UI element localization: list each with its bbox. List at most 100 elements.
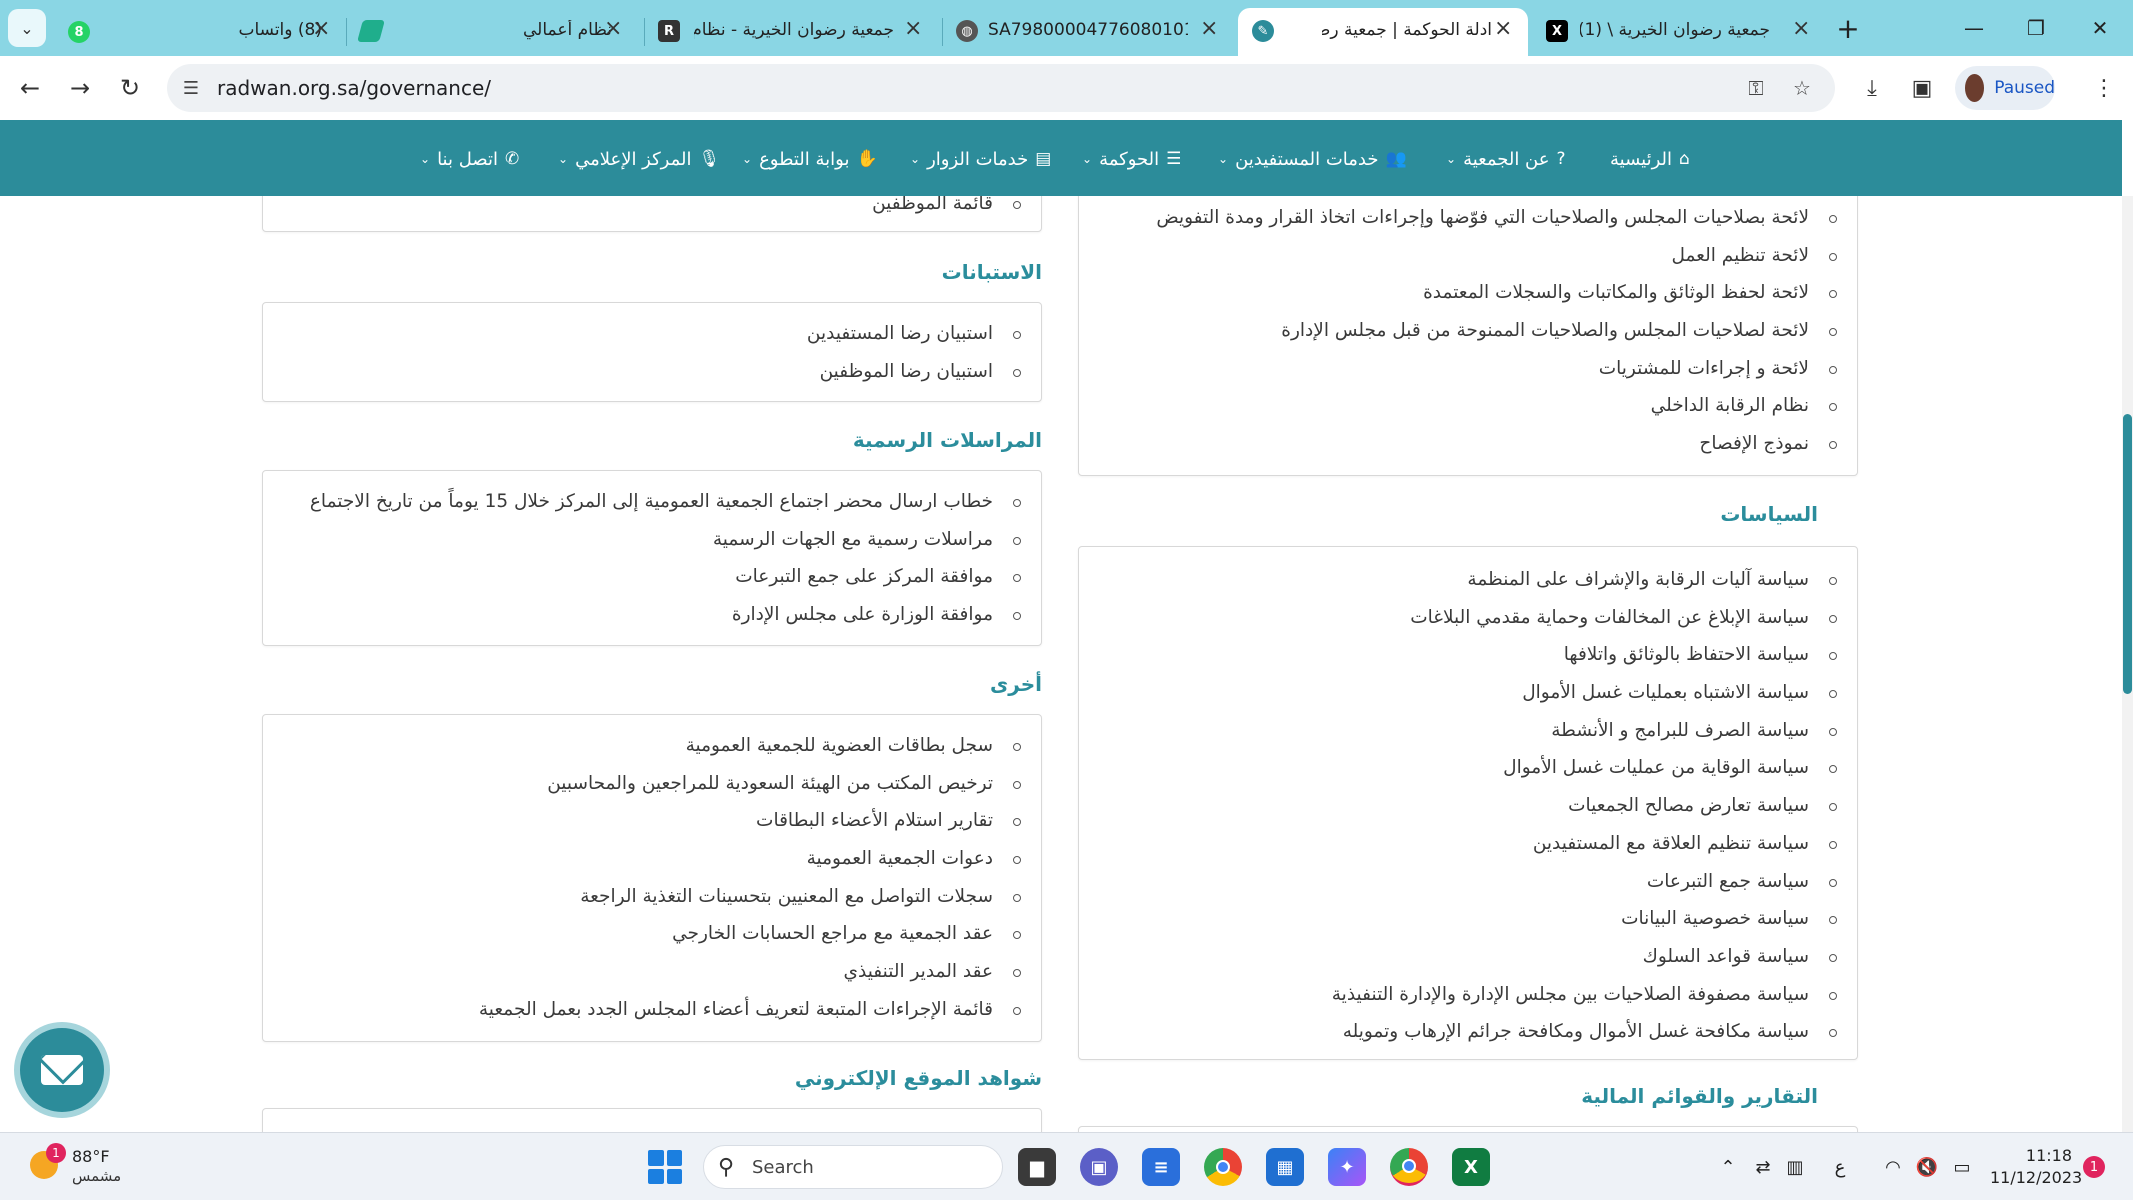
list-item[interactable]: سياسة مصفوفة الصلاحيات بين مجلس الإدارة … — [1079, 976, 1857, 1014]
close-icon[interactable]: × — [1494, 16, 1512, 41]
list-item[interactable]: لائحة تنظيم العمل — [1079, 237, 1857, 275]
list-item[interactable]: استبيان رضا الموظفين — [263, 353, 1041, 391]
nav-volunteer-portal[interactable]: ✋ بوابة التطوع ⌄ — [742, 146, 878, 172]
list-item[interactable]: لائحة بصلاحيات المجلس والصلاحيات التي فو… — [1079, 199, 1857, 237]
wifi-icon[interactable]: ◠ — [1880, 1155, 1906, 1179]
list-item[interactable]: سياسة الاشتباه بعمليات غسل الأموال — [1079, 674, 1857, 712]
list-item[interactable]: مراسلات رسمية مع الجهات الرسمية — [263, 521, 1041, 559]
list-item[interactable]: استبيان رضا المستفيدين — [263, 315, 1041, 353]
notification-badge[interactable]: 1 — [2083, 1156, 2105, 1178]
key-icon[interactable]: ⚿ — [1743, 75, 1769, 101]
chevron-up-icon[interactable]: ⌃ — [1716, 1155, 1740, 1179]
nav-governance[interactable]: ☰ الحوكمة ⌄ — [1082, 146, 1181, 172]
language-indicator[interactable]: ع — [1830, 1155, 1850, 1179]
list-item[interactable]: سياسة مكافحة غسل الأموال ومكافحة جرائم ا… — [1079, 1013, 1857, 1051]
site-settings-icon[interactable]: ☰ — [179, 76, 203, 100]
browser-tab[interactable]: ◍ SA7980000477608010195 × — [948, 8, 1228, 56]
list-item[interactable]: نظام الرقابة الداخلي — [1079, 387, 1857, 425]
forward-button[interactable]: → — [62, 70, 98, 106]
clock-date: 11/12/2023 — [1990, 1168, 2083, 1187]
star-icon[interactable]: ☆ — [1789, 75, 1815, 101]
list-item[interactable]: سياسة تعارض مصالح الجمعيات — [1079, 787, 1857, 825]
nav-contact[interactable]: ✆ اتصل بنا ⌄ — [420, 146, 519, 172]
list-item[interactable]: سياسة الصرف للبرامج و الأنشطة — [1079, 712, 1857, 750]
list-item[interactable]: سياسة الاحتفاظ بالوثائق واتلافها — [1079, 636, 1857, 674]
list-item[interactable]: سجل بطاقات العضوية للجمعية العمومية — [263, 727, 1041, 765]
nav-visitor-services[interactable]: ▤ خدمات الزوار ⌄ — [910, 146, 1051, 172]
tab-separator — [644, 18, 645, 46]
side-panel-icon[interactable]: ▣ — [1906, 72, 1938, 104]
list-item[interactable]: سياسة الوقاية من عمليات غسل الأموال — [1079, 749, 1857, 787]
list-item[interactable]: لائحة لحفظ الوثائق والمكاتبات والسجلات ا… — [1079, 274, 1857, 312]
list-item[interactable]: خطاب ارسال محضر اجتماع الجمعية العمومية … — [263, 483, 1041, 521]
policies-list: سياسة آليات الرقابة والإشراف على المنظمة… — [1079, 561, 1857, 1051]
list-item[interactable]: عقد الجمعية مع مراجع الحسابات الخارجي — [263, 915, 1041, 953]
chevron-down-icon: ⌄ — [20, 18, 34, 38]
profile-button[interactable]: Paused — [1955, 66, 2055, 110]
taskbar-search[interactable]: ⚲ Search — [703, 1145, 1003, 1189]
notepad-icon[interactable]: ≡ — [1142, 1148, 1180, 1186]
close-window-button[interactable]: ✕ — [2070, 8, 2130, 48]
nav-beneficiary-services[interactable]: 👥 خدمات المستفيدين ⌄ — [1218, 146, 1407, 172]
list-item[interactable]: نموذج الإفصاح — [1079, 425, 1857, 463]
battery-icon[interactable]: ▭ — [1948, 1155, 1976, 1179]
list-item[interactable]: عقد المدير التنفيذي — [263, 953, 1041, 991]
list-item[interactable]: سياسة جمع التبرعات — [1079, 863, 1857, 901]
minimize-button[interactable]: — — [1944, 8, 2004, 48]
contact-mail-button[interactable] — [14, 1022, 110, 1118]
list-item[interactable]: قائمة الموظفين — [263, 196, 1041, 223]
restore-button[interactable]: ❐ — [2006, 8, 2066, 48]
browser-tab[interactable]: 8 (8) واتساب × — [62, 8, 342, 56]
new-tab-button[interactable]: + — [1832, 12, 1864, 45]
download-icon[interactable]: ⤓ — [1856, 72, 1888, 104]
list-item[interactable]: سياسة تنظيم العلاقة مع المستفيدين — [1079, 825, 1857, 863]
list-item[interactable]: دعوات الجمعية العمومية — [263, 840, 1041, 878]
tab-search-button[interactable]: ⌄ — [8, 9, 46, 47]
list-item[interactable]: سجلات التواصل مع المعنيين بتحسينات التغذ… — [263, 878, 1041, 916]
excel-icon[interactable]: X — [1452, 1148, 1490, 1186]
list-item[interactable]: سياسة قواعد السلوك — [1079, 938, 1857, 976]
list-item[interactable]: ترخيص المكتب من الهيئة السعودية للمراجعي… — [263, 765, 1041, 803]
browser-tab[interactable]: نظام أعمالي × — [352, 8, 632, 56]
start-button[interactable] — [648, 1150, 682, 1184]
list-item[interactable]: سياسة خصوصية البيانات — [1079, 900, 1857, 938]
nav-about[interactable]: ? عن الجمعية ⌄ — [1446, 146, 1566, 172]
list-item[interactable]: لائحة لصلاحيات المجلس والصلاحيات الممنوح… — [1079, 312, 1857, 350]
close-icon[interactable]: × — [312, 16, 330, 41]
close-icon[interactable]: × — [1200, 16, 1218, 41]
list-item[interactable]: قائمة الإجراءات المتبعة لتعريف أعضاء الم… — [263, 991, 1041, 1029]
list-item[interactable]: سياسة الإبلاغ عن المخالفات وحماية مقدمي … — [1079, 599, 1857, 637]
list-item[interactable]: لائحة و إجراءات للمشتريات — [1079, 350, 1857, 388]
close-icon[interactable]: × — [604, 16, 622, 41]
store-icon[interactable]: ▦ — [1266, 1148, 1304, 1186]
speaker-muted-icon[interactable]: 🔇 — [1914, 1155, 1940, 1179]
chrome-profile-icon[interactable] — [1390, 1148, 1428, 1186]
system-clock[interactable]: 11:18 11/12/2023 — [1990, 1145, 2083, 1189]
list-item[interactable]: موافقة المركز على جمع التبرعات — [263, 558, 1041, 596]
list-item[interactable]: تقارير استلام الأعضاء البطاقات — [263, 802, 1041, 840]
nav-home[interactable]: ⌂ الرئيسية — [1610, 146, 1690, 172]
more-menu-icon[interactable]: ⋮ — [2088, 72, 2120, 104]
browser-tab[interactable]: X جمعية رضوان الخيرية \ X (1) × — [1534, 8, 1824, 56]
browser-tab[interactable]: R جمعية رضوان الخيرية - نظام × — [650, 8, 940, 56]
page-scrollbar[interactable] — [2122, 196, 2133, 1132]
nav-media-center[interactable]: 🎙 المركز الإعلامي ⌄ — [558, 146, 720, 172]
close-icon[interactable]: × — [1792, 16, 1810, 41]
list-item[interactable]: سياسة آليات الرقابة والإشراف على المنظمة — [1079, 561, 1857, 599]
close-icon[interactable]: × — [904, 16, 922, 41]
copilot-icon[interactable]: ✦ — [1328, 1148, 1366, 1186]
chart-tray-icon[interactable]: ▥ — [1782, 1155, 1808, 1179]
reload-button[interactable]: ↻ — [112, 70, 148, 106]
network-activity-icon[interactable]: ⇄ — [1750, 1155, 1776, 1179]
browser-tab-active[interactable]: ✎ ادلة الحوكمة | جمعية رضوان × — [1238, 8, 1528, 56]
address-bar[interactable]: ☰ radwan.org.sa/governance/ ⚿ ☆ — [167, 64, 1835, 112]
list-item[interactable]: موافقة الوزارة على مجلس الإدارة — [263, 596, 1041, 634]
url-text[interactable]: radwan.org.sa/governance/ — [217, 76, 491, 100]
weather-widget[interactable]: 1 88°F مشمس — [28, 1143, 148, 1189]
scrollbar-thumb[interactable] — [2123, 414, 2132, 694]
phone-icon: ✆ — [504, 149, 520, 169]
back-button[interactable]: ← — [12, 70, 48, 106]
teams-icon[interactable]: ▣ — [1080, 1148, 1118, 1186]
chrome-icon[interactable] — [1204, 1148, 1242, 1186]
file-explorer-icon[interactable]: ▆ — [1018, 1148, 1056, 1186]
